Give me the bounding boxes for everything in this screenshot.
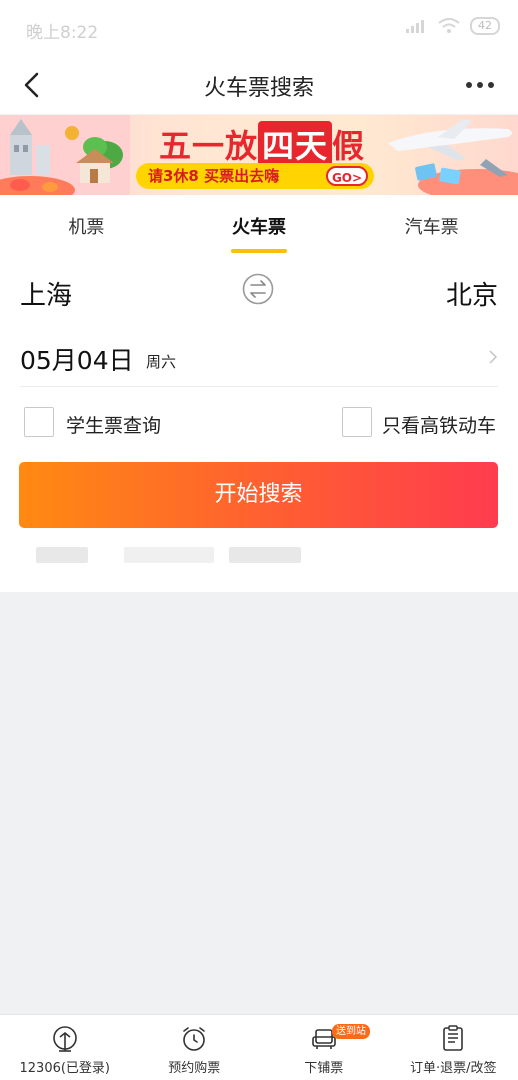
order-list-icon <box>443 1025 464 1051</box>
date-selector[interactable]: 05月04日 周六 <box>20 337 498 387</box>
page-title: 火车票搜索 <box>203 76 314 101</box>
gaotie-only-label[interactable]: 只看高铁动车 <box>382 411 496 438</box>
to-city[interactable]: 北京 <box>446 275 498 312</box>
nav-label: 12306(已登录) <box>19 1061 111 1076</box>
delivery-badge: 送到站 <box>332 1024 370 1039</box>
tab-bus[interactable]: 汽车票 <box>345 195 518 257</box>
departure-weekday: 周六 <box>146 353 177 371</box>
tab-flight[interactable]: 机票 <box>0 195 173 257</box>
search-form: 上海 北京 05月04日 周六 学生票查询 只看高铁动车 开始搜索 <box>0 257 518 592</box>
train-station-icon <box>52 1026 77 1052</box>
status-icons: 42 <box>406 17 500 35</box>
more-icon[interactable] <box>466 82 494 88</box>
search-button[interactable]: 开始搜索 <box>19 462 498 528</box>
promo-banner[interactable]: 五一放 四天假 请3休8 买票出去嗨 GO> <box>0 115 518 195</box>
history-item[interactable] <box>229 547 301 563</box>
city-illustration <box>0 115 130 195</box>
chevron-right-icon <box>489 350 498 364</box>
tab-train[interactable]: 火车票 <box>173 195 346 257</box>
wifi-icon <box>438 18 460 33</box>
status-bar: 晚上8:22 42 <box>0 0 518 56</box>
ticket-type-tabs: 机票 火车票 汽车票 <box>0 195 518 257</box>
gaotie-only-checkbox[interactable] <box>342 407 372 437</box>
filter-options: 学生票查询 只看高铁动车 <box>24 407 498 437</box>
nav-12306[interactable]: 12306(已登录) <box>0 1015 130 1080</box>
airplane-illustration <box>388 119 518 195</box>
banner-title: 五一放 四天假 <box>132 121 392 167</box>
departure-date: 05月04日 <box>20 346 134 375</box>
battery-icon: 42 <box>470 17 500 35</box>
nav-orders[interactable]: 订单·退票/改签 <box>389 1015 518 1080</box>
nav-label: 下铺票 <box>304 1061 344 1076</box>
from-city[interactable]: 上海 <box>20 275 72 312</box>
banner-subtitle: 请3休8 买票出去嗨 GO> <box>136 163 374 189</box>
alarm-clock-icon <box>183 1027 206 1051</box>
status-time: 晚上8:22 <box>26 23 99 43</box>
swap-cities-icon[interactable] <box>242 273 274 305</box>
student-ticket-checkbox[interactable] <box>24 407 54 437</box>
nav-reserve[interactable]: 预约购票 <box>130 1015 260 1080</box>
nav-label: 订单·退票/改签 <box>409 1061 497 1076</box>
top-bar: 火车票搜索 <box>0 56 518 114</box>
nav-lower-berth[interactable]: 送到站 下铺票 <box>259 1015 389 1080</box>
student-ticket-label[interactable]: 学生票查询 <box>66 411 161 438</box>
signal-icon <box>406 19 428 33</box>
nav-label: 预约购票 <box>168 1061 221 1076</box>
history-item[interactable] <box>124 547 214 563</box>
bottom-nav: 12306(已登录) 预约购票 送到站 下铺票 订单·退票/改签 <box>0 1014 518 1080</box>
banner-go-button[interactable]: GO> <box>326 166 368 186</box>
history-item[interactable] <box>36 547 88 563</box>
